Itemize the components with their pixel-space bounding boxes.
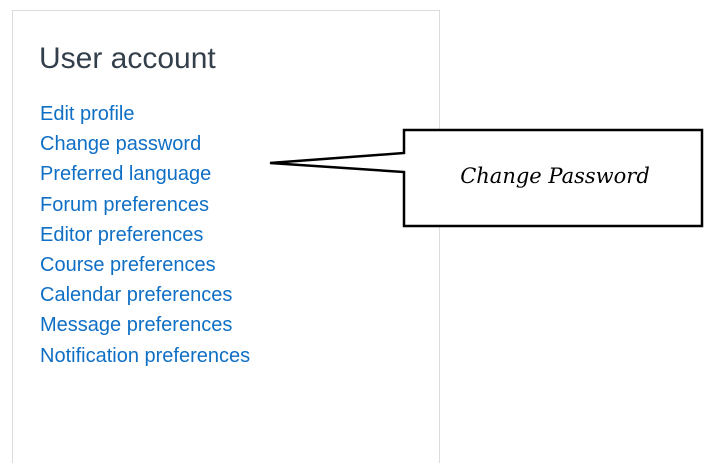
- page: User account Edit profile Change passwor…: [0, 0, 706, 463]
- link-notification-preferences[interactable]: Notification preferences: [40, 341, 250, 371]
- link-preferred-language[interactable]: Preferred language: [40, 159, 250, 189]
- link-course-preferences[interactable]: Course preferences: [40, 250, 250, 280]
- link-message-preferences[interactable]: Message preferences: [40, 310, 250, 340]
- link-calendar-preferences[interactable]: Calendar preferences: [40, 280, 250, 310]
- link-forum-preferences[interactable]: Forum preferences: [40, 190, 250, 220]
- link-change-password[interactable]: Change password: [40, 129, 250, 159]
- user-account-block: User account Edit profile Change passwor…: [12, 10, 440, 463]
- callout-label: Change Password: [460, 164, 650, 188]
- block-title: User account: [39, 42, 216, 75]
- link-edit-profile[interactable]: Edit profile: [40, 99, 250, 129]
- link-editor-preferences[interactable]: Editor preferences: [40, 220, 250, 250]
- user-account-links: Edit profile Change password Preferred l…: [40, 99, 250, 371]
